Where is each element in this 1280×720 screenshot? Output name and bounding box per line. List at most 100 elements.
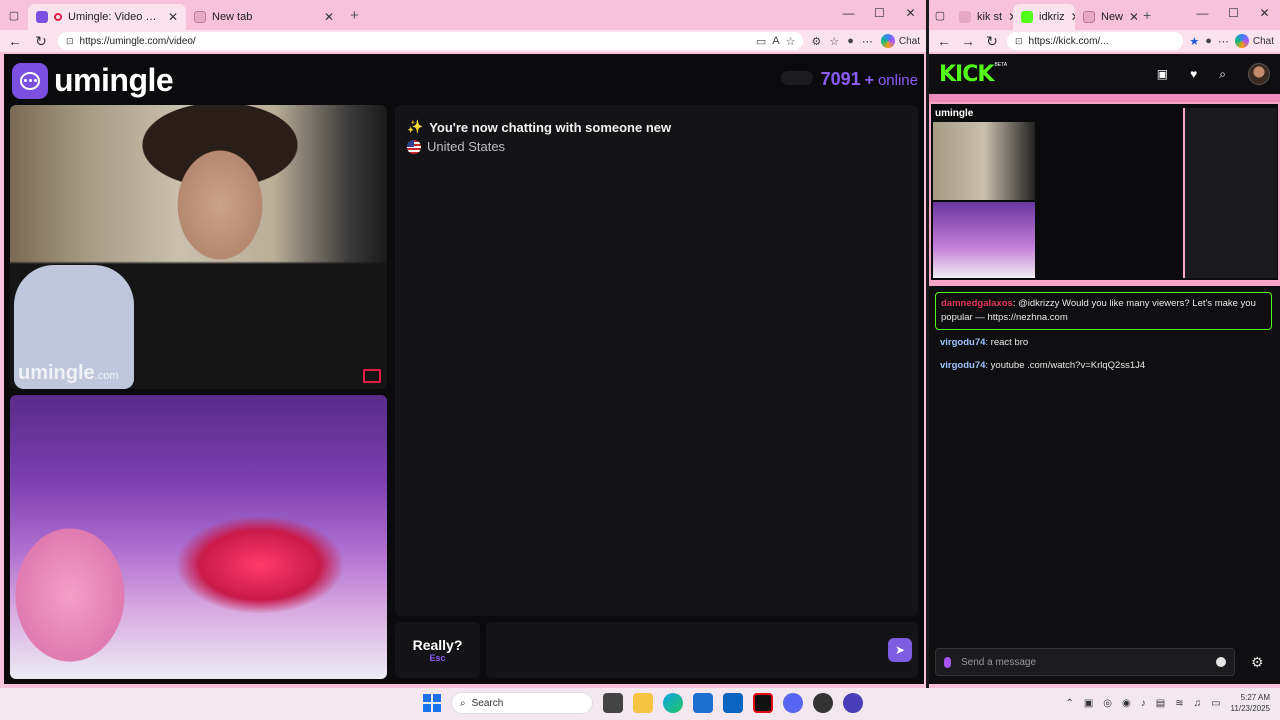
discord-icon[interactable] bbox=[783, 693, 803, 713]
new-tab-button[interactable]: + bbox=[1143, 7, 1151, 23]
url-field[interactable]: ⊡ https://umingle.com/video/ ▭ A ☆ bbox=[58, 32, 804, 50]
gift-icon[interactable]: ▣ bbox=[1157, 67, 1168, 81]
edge-icon[interactable] bbox=[663, 693, 683, 713]
more-menu-icon[interactable]: ⋯ bbox=[1218, 35, 1229, 48]
chevron-up-icon[interactable]: ⌃ bbox=[1065, 698, 1073, 709]
copilot-chat-button[interactable]: Chat bbox=[880, 34, 920, 48]
minimize-icon[interactable]: — bbox=[833, 6, 864, 20]
tab-actions-icon[interactable]: ▢ bbox=[0, 9, 28, 22]
kick-favicon-icon bbox=[1021, 11, 1033, 23]
profile-icon[interactable]: ● bbox=[1205, 35, 1212, 47]
tab-kick-stream[interactable]: kik st ✕ bbox=[951, 4, 1013, 30]
skip-button[interactable]: Really? Esc bbox=[395, 622, 480, 678]
kick-page: KICK BETA ▣ ♥ ⌕ umingle damnedgalaxos: @… bbox=[929, 54, 1280, 684]
close-window-icon[interactable]: ✕ bbox=[895, 6, 926, 20]
search-icon[interactable]: ⌕ bbox=[1219, 67, 1226, 82]
copilot-chat-button[interactable]: Chat bbox=[1234, 34, 1274, 48]
clock[interactable]: 5:27 AM 11/23/2025 bbox=[1231, 692, 1270, 714]
refresh-icon[interactable]: ↻ bbox=[32, 33, 50, 50]
tab-new[interactable]: New ✕ bbox=[1075, 4, 1137, 30]
mic-icon[interactable] bbox=[944, 656, 951, 668]
forward-icon[interactable]: → bbox=[959, 33, 977, 49]
more-menu-icon[interactable]: ⋯ bbox=[862, 35, 873, 48]
kick-logo[interactable]: KICK bbox=[939, 62, 994, 87]
report-flag-icon[interactable] bbox=[363, 369, 381, 383]
country-text: United States bbox=[427, 139, 506, 154]
obs-icon[interactable] bbox=[813, 693, 833, 713]
tab-umingle[interactable]: Umingle: Video Chat with St ✕ bbox=[28, 4, 186, 30]
heart-icon[interactable]: ♥ bbox=[1190, 67, 1197, 81]
theme-toggle[interactable] bbox=[780, 71, 813, 85]
tray-app-icon[interactable]: ◎ bbox=[1103, 698, 1112, 709]
tab-new-tab[interactable]: New tab ✕ bbox=[186, 4, 342, 30]
app-icon[interactable] bbox=[843, 693, 863, 713]
send-icon[interactable]: ➤ bbox=[888, 638, 912, 662]
site-info-icon[interactable]: ⊡ bbox=[66, 36, 74, 47]
skip-hint: Esc bbox=[429, 653, 446, 663]
stream-player[interactable]: umingle bbox=[929, 94, 1280, 286]
tray-app-icon[interactable]: ▤ bbox=[1156, 698, 1165, 709]
tray-app-icon[interactable]: ▣ bbox=[1084, 698, 1093, 709]
extensions-icon[interactable]: ⚙ bbox=[811, 35, 821, 48]
back-icon[interactable]: ← bbox=[6, 33, 24, 49]
tray-app-icon[interactable]: ◉ bbox=[1122, 698, 1131, 709]
close-tab-icon[interactable]: ✕ bbox=[324, 10, 334, 24]
back-icon[interactable]: ← bbox=[935, 33, 953, 49]
taskbar-search[interactable]: ⌕ Search bbox=[451, 692, 593, 714]
store-icon[interactable] bbox=[693, 693, 713, 713]
emoji-icon[interactable] bbox=[1216, 657, 1226, 667]
read-aloud-icon[interactable]: A bbox=[772, 35, 779, 47]
us-flag-icon bbox=[407, 139, 421, 154]
chat-settings-gear-icon[interactable]: ⚙ bbox=[1251, 654, 1264, 671]
tab-favicon-icon bbox=[959, 11, 971, 23]
minimize-icon[interactable]: — bbox=[1187, 6, 1218, 20]
chat-text: : youtube .com/watch?v=KrlqQ2ss1J4 bbox=[985, 360, 1146, 371]
clock-time: 5:27 AM bbox=[1240, 693, 1270, 702]
new-tab-button[interactable]: + bbox=[350, 7, 359, 24]
favorite-star-icon[interactable]: ★ bbox=[1189, 35, 1199, 48]
sparkles-icon: ✨ bbox=[407, 119, 424, 134]
camera-permission-icon[interactable]: ▭ bbox=[756, 35, 766, 48]
file-explorer-icon[interactable] bbox=[633, 693, 653, 713]
user-avatar[interactable] bbox=[1248, 63, 1270, 85]
tab-label: kik st bbox=[977, 11, 1003, 23]
tab-actions-icon[interactable]: ▢ bbox=[929, 9, 951, 22]
close-tab-icon[interactable]: ✕ bbox=[1129, 10, 1137, 24]
profile-icon[interactable]: ● bbox=[847, 35, 854, 47]
tab-kick-idkrizzy[interactable]: idkriz ✕ bbox=[1013, 4, 1075, 30]
netflix-icon[interactable] bbox=[753, 693, 773, 713]
tab-label: New tab bbox=[212, 11, 253, 23]
stranger-country: United States bbox=[407, 139, 906, 154]
favorites-icon[interactable]: ☆ bbox=[829, 35, 839, 48]
outlook-icon[interactable] bbox=[723, 693, 743, 713]
chat-message: damnedgalaxos: @idkrizzy Would you like … bbox=[935, 292, 1272, 330]
url-field[interactable]: ⊡ https://kick.com/... bbox=[1007, 32, 1184, 50]
new-tab-favicon-icon bbox=[1083, 11, 1095, 23]
online-label: online bbox=[877, 72, 918, 89]
chat-username[interactable]: virgodu74 bbox=[940, 337, 985, 348]
mic-tray-icon[interactable]: ♪ bbox=[1141, 698, 1146, 709]
chat-username[interactable]: virgodu74 bbox=[940, 360, 985, 371]
windows-start-icon[interactable] bbox=[423, 694, 441, 712]
message-input[interactable]: ➤ bbox=[486, 622, 918, 678]
site-info-icon[interactable]: ⊡ bbox=[1015, 36, 1023, 47]
chat-text: : react bro bbox=[985, 337, 1029, 348]
maximize-icon[interactable]: ☐ bbox=[864, 6, 895, 20]
chat-log: ✨ You're now chatting with someone new U… bbox=[395, 105, 918, 616]
maximize-icon[interactable]: ☐ bbox=[1218, 6, 1249, 20]
chat-username[interactable]: damnedgalaxos bbox=[941, 298, 1013, 309]
battery-icon[interactable]: ▭ bbox=[1211, 698, 1220, 709]
umingle-logo[interactable]: umingle bbox=[12, 62, 174, 99]
address-bar-row: ← → ↻ ⊡ https://kick.com/... ★ ● ⋯ Chat bbox=[929, 30, 1280, 52]
favorite-star-icon[interactable]: ☆ bbox=[786, 35, 796, 48]
copilot-icon bbox=[1234, 34, 1249, 48]
close-tab-icon[interactable]: ✕ bbox=[168, 10, 178, 24]
recording-icon bbox=[54, 13, 62, 21]
wifi-icon[interactable]: ≋ bbox=[1175, 698, 1183, 709]
refresh-icon[interactable]: ↻ bbox=[983, 33, 1001, 50]
search-label: Search bbox=[471, 697, 504, 709]
task-view-icon[interactable] bbox=[603, 693, 623, 713]
close-window-icon[interactable]: ✕ bbox=[1249, 6, 1280, 20]
volume-icon[interactable]: ♫ bbox=[1194, 698, 1202, 709]
kick-message-input[interactable]: Send a message bbox=[935, 648, 1235, 676]
